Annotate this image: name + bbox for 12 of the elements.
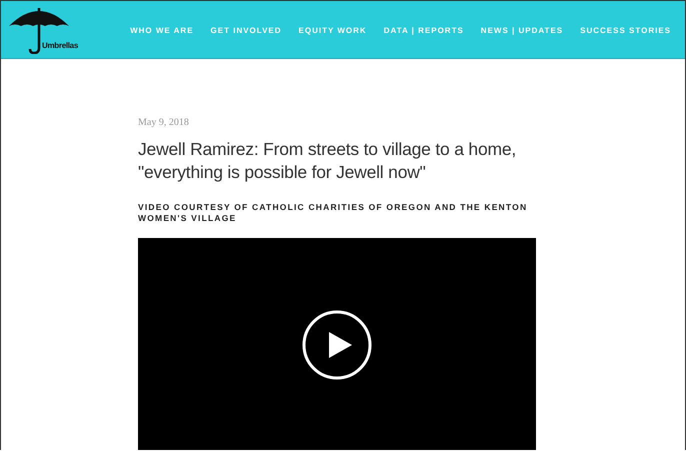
nav-link[interactable]: GET INVOLVED: [210, 26, 282, 35]
play-icon[interactable]: [302, 310, 372, 380]
video-caption: VIDEO COURTESY OF CATHOLIC CHARITIES OF OREGON AND THE KENTON WOMEN'S VILLAGE: [138, 202, 528, 224]
post-title: Jewell Ramirez: From streets to village to a home, "everything is possible for Jewell now": [138, 138, 518, 184]
post-date: May 9, 2018: [138, 117, 190, 128]
logo-wordmark: Umbrellas: [42, 40, 78, 50]
nav-link[interactable]: EQUITY WORK: [298, 26, 367, 35]
nav-link[interactable]: NEWS | UPDATES: [480, 26, 564, 35]
nav-link[interactable]: SUCCESS STORIES: [580, 26, 671, 35]
logo[interactable]: Umbrellas: [7, 4, 81, 56]
nav-link[interactable]: DATA | REPORTS: [384, 26, 464, 35]
nav-link[interactable]: WHO WE ARE: [130, 26, 194, 35]
